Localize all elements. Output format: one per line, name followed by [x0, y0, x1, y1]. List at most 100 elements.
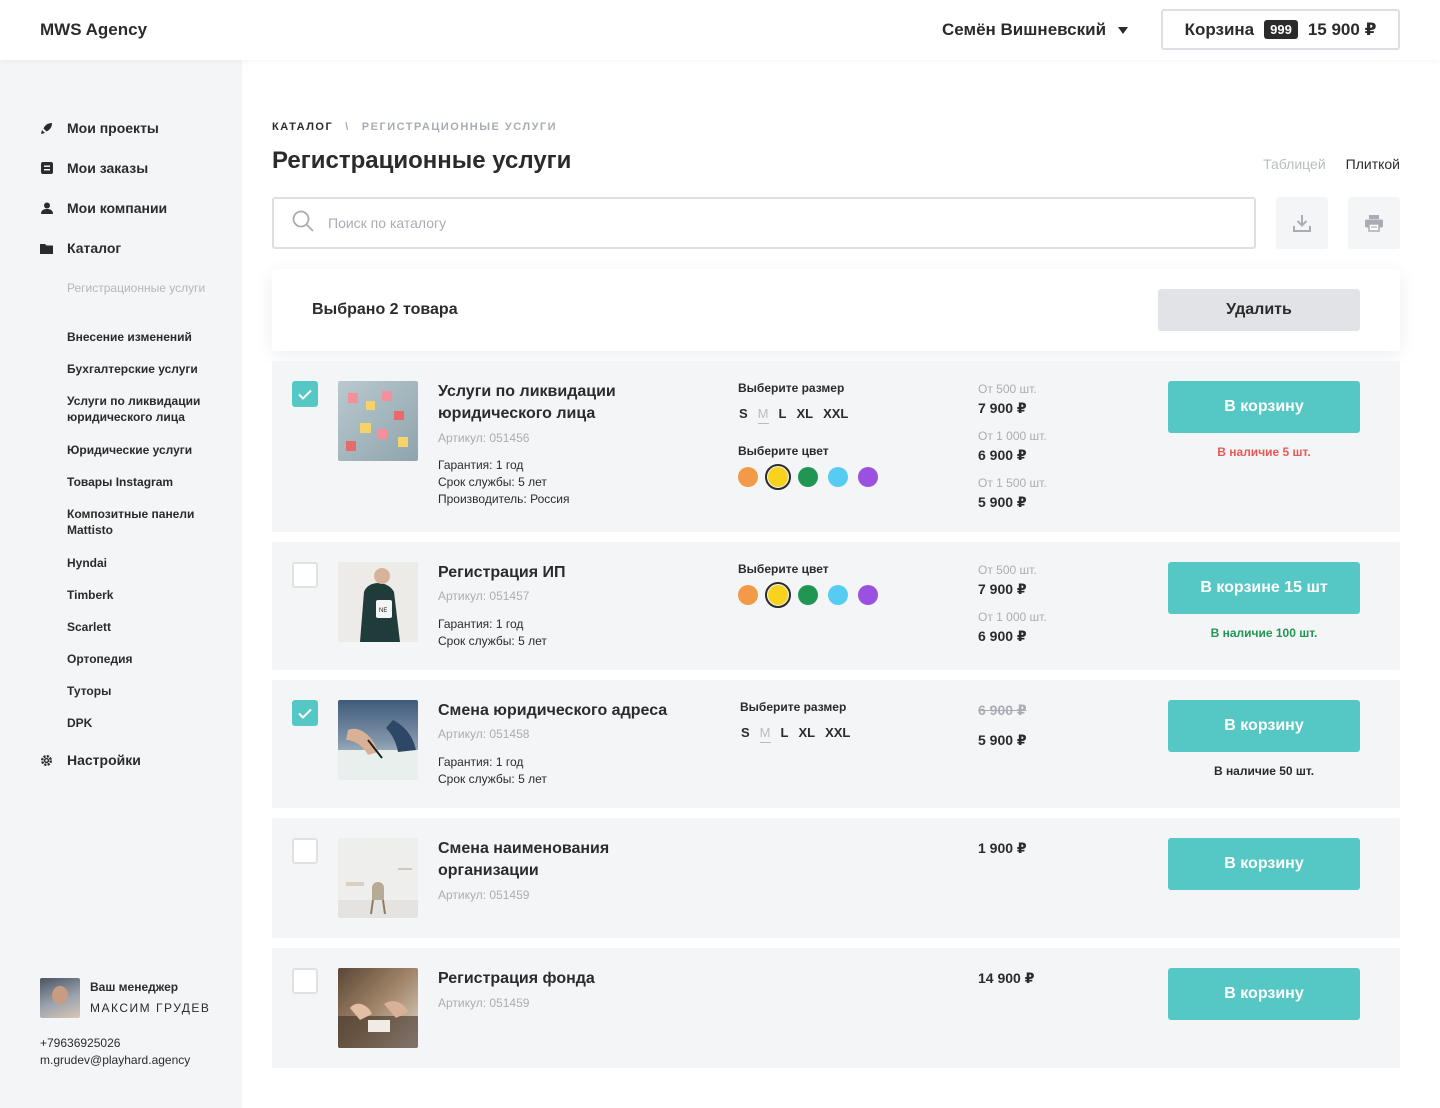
product-row: Смена юридического адреса Артикул: 05145… — [272, 680, 1400, 808]
user-icon — [40, 202, 53, 215]
size-option[interactable]: XXL — [825, 725, 850, 743]
sidebar-subitem-mattisto[interactable]: Композитные панели Mattisto — [67, 506, 217, 538]
sidebar-item-orders[interactable]: Мои заказы — [40, 160, 148, 176]
sidebar-item-catalog[interactable]: Каталог — [40, 240, 121, 256]
color-swatch[interactable] — [858, 467, 878, 487]
sidebar-item-projects[interactable]: Мои проекты — [40, 120, 159, 136]
sidebar-subitem-registration[interactable]: Регистрационные услуги — [67, 280, 217, 296]
product-checkbox[interactable] — [292, 562, 318, 588]
size-label: Выберите размер — [738, 381, 845, 395]
page-title: Регистрационные услуги — [272, 147, 572, 174]
stock-status: В наличие 100 шт. — [1210, 626, 1318, 640]
logo[interactable]: MWS Agency — [40, 20, 147, 40]
sidebar-subitem-hyndai[interactable]: Hyndai — [67, 555, 217, 571]
product-checkbox[interactable] — [292, 381, 318, 407]
delete-button[interactable]: Удалить — [1158, 289, 1360, 331]
size-option[interactable]: L — [781, 725, 789, 743]
cart-button[interactable]: Корзина 999 15 900 ₽ — [1161, 9, 1400, 50]
color-label: Выберите цвет — [738, 562, 829, 576]
check-icon — [298, 708, 312, 719]
stock-status: В наличие 5 шт. — [1217, 445, 1311, 459]
add-to-cart-button[interactable]: В корзину — [1168, 838, 1360, 890]
color-swatch[interactable] — [738, 467, 758, 487]
search-input[interactable] — [328, 215, 1208, 231]
add-to-cart-button[interactable]: В корзину — [1168, 968, 1360, 1020]
product-image[interactable] — [338, 700, 418, 780]
product-image[interactable]: NE — [338, 562, 418, 642]
size-option[interactable]: S — [739, 406, 748, 424]
download-button[interactable] — [1276, 197, 1328, 249]
size-option[interactable]: XXL — [823, 406, 848, 424]
view-tiles-button[interactable]: Плиткой — [1346, 156, 1400, 172]
product-sku: Артикул: 051456 — [438, 431, 530, 445]
folder-icon — [40, 242, 53, 255]
sidebar-subitem-legal[interactable]: Юридические услуги — [67, 442, 217, 458]
product-checkbox[interactable] — [292, 968, 318, 994]
avatar — [40, 978, 80, 1018]
product-sku: Артикул: 051459 — [438, 888, 530, 902]
product-image[interactable] — [338, 381, 418, 461]
sidebar-subitem-dpk[interactable]: DPK — [67, 715, 217, 731]
product-title[interactable]: Услуги по ликвидации юридического лица — [438, 381, 698, 425]
sidebar-subitem-instagram[interactable]: Товары Instagram — [67, 474, 217, 490]
manager-phone[interactable]: +79636925026 — [40, 1036, 120, 1050]
price-tier-caption: От 1 000 шт. — [978, 610, 1047, 624]
product-price: 14 900 ₽ — [978, 970, 1035, 986]
color-swatch[interactable] — [828, 585, 848, 605]
manager-name: МАКСИМ ГРУДЕВ — [90, 1001, 211, 1015]
color-swatch[interactable] — [765, 582, 791, 608]
spec-manufacturer: Производитель: Россия — [438, 492, 570, 506]
selection-bar: Выбрано 2 товара Удалить — [272, 269, 1400, 351]
list-icon — [40, 162, 53, 175]
product-title[interactable]: Смена юридического адреса — [438, 700, 698, 722]
sidebar-subitem-scarlett[interactable]: Scarlett — [67, 619, 217, 635]
size-option[interactable]: M — [759, 725, 771, 743]
sidebar-item-companies[interactable]: Мои компании — [40, 200, 167, 216]
view-table-button[interactable]: Таблицей — [1263, 156, 1326, 172]
breadcrumb-current: РЕГИСТРАЦИОННЫЕ УСЛУГИ — [361, 121, 558, 133]
add-to-cart-button[interactable]: В корзину — [1168, 700, 1360, 752]
user-menu[interactable]: Семён Вишневский — [942, 20, 1129, 40]
size-option[interactable]: XL — [796, 406, 813, 424]
breadcrumb-root[interactable]: КАТАЛОГ — [272, 121, 333, 133]
in-cart-button[interactable]: В корзине 15 шт — [1168, 562, 1360, 614]
svg-text:NE: NE — [379, 608, 387, 614]
sidebar-subitem-timberk[interactable]: Timberk — [67, 587, 217, 603]
price-tier-value: 7 900 ₽ — [978, 400, 1027, 416]
manager-email[interactable]: m.grudev@playhard.agency — [40, 1053, 190, 1067]
product-title[interactable]: Регистрация фонда — [438, 968, 698, 990]
product-image[interactable] — [338, 968, 418, 1048]
product-image[interactable] — [338, 838, 418, 918]
product-checkbox[interactable] — [292, 700, 318, 726]
product-checkbox[interactable] — [292, 838, 318, 864]
color-swatch[interactable] — [798, 467, 818, 487]
sidebar-subitem-liquidation[interactable]: Услуги по ликвидации юридического лица — [67, 393, 217, 425]
product-row: NE Регистрация ИП Артикул: 051457 Гарант… — [272, 542, 1400, 670]
color-swatch[interactable] — [858, 585, 878, 605]
sidebar-subitem-changes[interactable]: Внесение изменений — [67, 329, 217, 345]
color-swatch[interactable] — [828, 467, 848, 487]
product-title[interactable]: Смена наименования организации — [438, 838, 658, 882]
product-specs: Гарантия: 1 год Срок службы: 5 лет Произ… — [438, 457, 569, 508]
print-button[interactable] — [1348, 197, 1400, 249]
selection-count-text: Выбрано 2 товара — [312, 301, 458, 318]
add-to-cart-button[interactable]: В корзину — [1168, 381, 1360, 433]
size-option[interactable]: M — [757, 406, 769, 424]
price-tier-caption: От 1 000 шт. — [978, 429, 1047, 443]
product-title[interactable]: Регистрация ИП — [438, 562, 698, 584]
sidebar-item-settings[interactable]: Настройки — [40, 752, 141, 768]
size-option[interactable]: S — [741, 725, 750, 743]
spec-warranty: Гарантия: 1 год — [438, 458, 524, 472]
size-option[interactable]: XL — [798, 725, 815, 743]
color-swatch[interactable] — [765, 464, 791, 490]
download-icon — [1293, 215, 1311, 232]
size-option[interactable]: L — [779, 406, 787, 424]
sidebar-subitem-orthopedics[interactable]: Ортопедия — [67, 651, 217, 667]
color-selector — [738, 582, 878, 608]
sidebar-subitem-tutors[interactable]: Туторы — [67, 683, 217, 699]
color-swatch[interactable] — [798, 585, 818, 605]
size-selector: S M L XL XXL — [741, 725, 850, 743]
price-tier-caption: От 500 шт. — [978, 563, 1037, 577]
color-swatch[interactable] — [738, 585, 758, 605]
sidebar-subitem-accounting[interactable]: Бухгалтерские услуги — [67, 361, 217, 377]
